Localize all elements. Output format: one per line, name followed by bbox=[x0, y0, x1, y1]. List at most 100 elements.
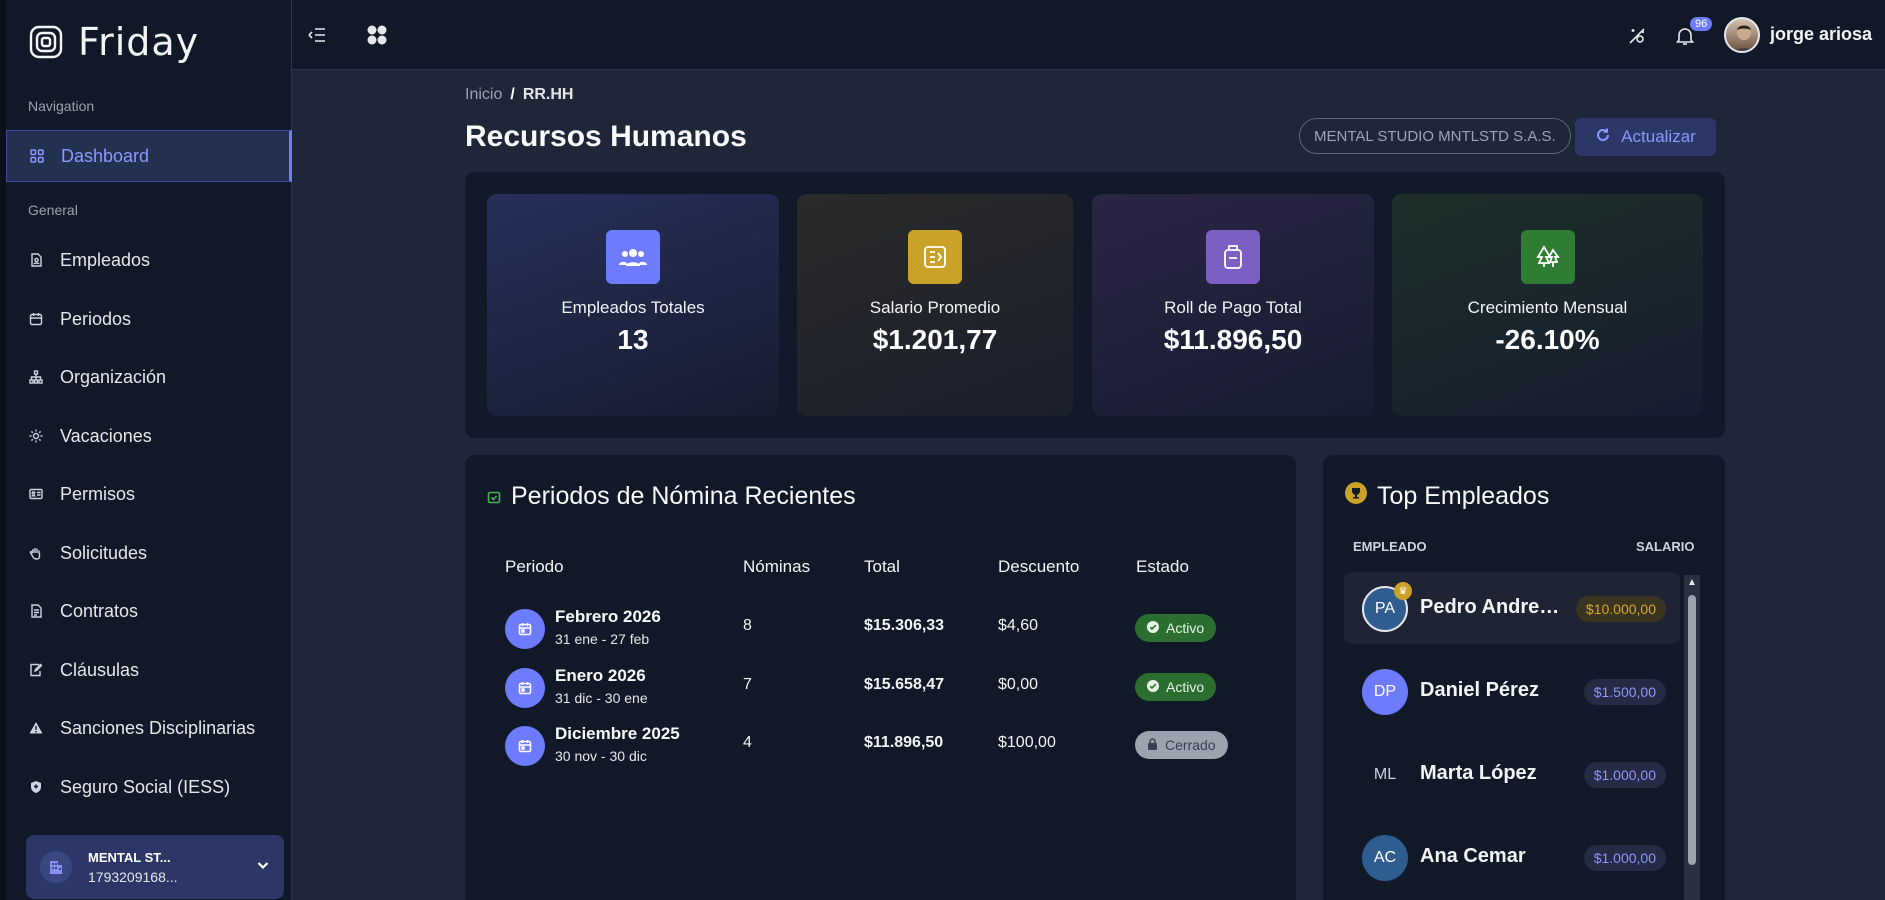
period-name: Enero 2026 bbox=[555, 666, 646, 685]
col-header-descuento: Descuento bbox=[998, 557, 1080, 576]
status-badge: Activo bbox=[1135, 614, 1217, 642]
sidebar-item-solicitudes[interactable]: Solicitudes bbox=[6, 527, 292, 579]
stats-panel: Empleados Totales 13 Salario Promedio $1… bbox=[465, 172, 1725, 438]
sidebar-item-clausulas[interactable]: Cláusulas bbox=[6, 644, 292, 696]
apps-grid-icon[interactable] bbox=[366, 24, 388, 51]
hierarchy-icon bbox=[28, 369, 44, 385]
col-header-salario: SALARIO bbox=[1636, 539, 1695, 554]
app-name: Friday bbox=[78, 20, 200, 64]
sidebar-item-vacaciones[interactable]: Vacaciones bbox=[6, 410, 292, 462]
stat-card-crecimiento: Crecimiento Mensual -26.10% bbox=[1392, 194, 1703, 416]
topbar: 96 jorge ariosa bbox=[292, 0, 1885, 70]
stat-label: Empleados Totales bbox=[561, 298, 705, 317]
user-avatar[interactable] bbox=[1724, 17, 1760, 53]
sidebar-item-label: Solicitudes bbox=[60, 542, 148, 563]
employee-name: Daniel Pérez bbox=[1420, 679, 1539, 701]
period-total: $15.658,47 bbox=[864, 676, 945, 693]
brand[interactable]: Friday bbox=[28, 20, 199, 64]
table-row[interactable]: Diciembre 2025 30 nov - 30 dic 4 $11.896… bbox=[465, 716, 1296, 774]
sidebar-item-contratos[interactable]: Contratos bbox=[6, 585, 292, 637]
company-pill: MENTAL STUDIO MNTLSTD S.A.S. bbox=[1299, 118, 1571, 154]
top-employees-panel: Top Empleados EMPLEADO SALARIO PA ♛ Pedr… bbox=[1323, 455, 1725, 900]
sidebar-item-periodos[interactable]: Periodos bbox=[6, 293, 292, 345]
company-switcher[interactable]: MENTAL ST... 1793209168... bbox=[26, 835, 284, 899]
user-name[interactable]: jorge ariosa bbox=[1770, 24, 1872, 45]
stat-value: $1.201,77 bbox=[872, 324, 998, 355]
friday-logo-icon bbox=[29, 25, 63, 59]
sidebar-item-label: Organización bbox=[60, 366, 167, 387]
bell-icon[interactable] bbox=[1675, 26, 1695, 51]
period-nominas: 4 bbox=[743, 734, 752, 751]
period-descuento: $0,00 bbox=[998, 676, 1039, 693]
theme-toggle-icon[interactable] bbox=[1627, 26, 1647, 51]
warning-icon bbox=[28, 720, 44, 736]
check-circle-icon bbox=[1147, 620, 1159, 636]
sidebar-item-empleados[interactable]: Empleados bbox=[6, 234, 292, 286]
refresh-label: Actualizar bbox=[1621, 127, 1696, 146]
grid-icon bbox=[29, 148, 45, 164]
period-name: Diciembre 2025 bbox=[555, 724, 680, 743]
breadcrumb: Inicio / RR.HH bbox=[465, 86, 573, 104]
sidebar-item-label: Vacaciones bbox=[60, 425, 152, 446]
salary-badge: $1.500,00 bbox=[1583, 679, 1666, 705]
wallet-icon bbox=[1206, 230, 1260, 284]
breadcrumb-separator: / bbox=[510, 86, 515, 103]
stat-value: 13 bbox=[617, 324, 649, 355]
payroll-periods-panel: Periodos de Nómina Recientes Periodo Nóm… bbox=[465, 455, 1296, 900]
sidebar-item-sanciones[interactable]: Sanciones Disciplinarias bbox=[6, 702, 292, 754]
refresh-button[interactable]: Actualizar bbox=[1575, 118, 1716, 156]
calendar-check-icon bbox=[487, 482, 501, 511]
sidebar: Friday Navigation Dashboard General Empl… bbox=[0, 0, 292, 900]
period-total: $11.896,50 bbox=[864, 734, 944, 751]
period-descuento: $100,00 bbox=[998, 734, 1056, 751]
stat-label: Salario Promedio bbox=[869, 298, 1001, 317]
panel-title-text: Periodos de Nómina Recientes bbox=[511, 482, 856, 510]
period-total: $15.306,33 bbox=[864, 617, 945, 634]
period-name: Febrero 2026 bbox=[555, 607, 661, 626]
chevron-down-icon bbox=[256, 858, 270, 877]
col-header-periodo: Periodo bbox=[505, 557, 564, 576]
sidebar-item-label: Cláusulas bbox=[60, 659, 140, 680]
list-item[interactable]: AC Ana Cemar $1.000,00 bbox=[1344, 821, 1680, 893]
menu-collapse-icon[interactable] bbox=[308, 26, 326, 49]
table-row[interactable]: Febrero 2026 31 ene - 27 feb 8 $15.306,3… bbox=[465, 599, 1296, 657]
document-icon bbox=[28, 603, 44, 619]
col-header-estado: Estado bbox=[1136, 557, 1189, 576]
stat-card-empleados: Empleados Totales 13 bbox=[487, 194, 779, 416]
period-nominas: 8 bbox=[743, 617, 752, 634]
file-user-icon bbox=[28, 252, 44, 268]
sidebar-item-seguro-social[interactable]: Seguro Social (IESS) bbox=[6, 761, 292, 813]
avatar: DP bbox=[1362, 669, 1408, 715]
employee-name: Pedro Andres ... bbox=[1420, 596, 1570, 618]
list-item[interactable]: PA ♛ Pedro Andres ... $10.000,00 bbox=[1344, 572, 1680, 644]
scroll-thumb[interactable] bbox=[1688, 595, 1696, 865]
nav-section-navigation: Navigation bbox=[28, 98, 95, 114]
shield-icon bbox=[28, 779, 44, 795]
hand-icon bbox=[28, 545, 44, 561]
scrollbar[interactable]: ▲ bbox=[1684, 575, 1700, 900]
stat-label: Roll de Pago Total bbox=[1164, 298, 1302, 317]
money-icon bbox=[908, 230, 962, 284]
list-item[interactable]: DP Daniel Pérez $1.500,00 bbox=[1344, 655, 1680, 727]
scroll-up-icon[interactable]: ▲ bbox=[1687, 577, 1697, 588]
trees-icon bbox=[1520, 230, 1575, 284]
edit-doc-icon bbox=[28, 662, 44, 678]
salary-badge: $10.000,00 bbox=[1575, 596, 1666, 622]
avatar: ML bbox=[1373, 766, 1397, 783]
sidebar-item-label: Empleados bbox=[60, 249, 151, 270]
salary-badge: $1.000,00 bbox=[1583, 845, 1666, 871]
sidebar-item-dashboard[interactable]: Dashboard bbox=[6, 130, 292, 182]
sidebar-item-permisos[interactable]: Permisos bbox=[6, 468, 292, 520]
period-range: 31 dic - 30 ene bbox=[555, 690, 648, 706]
list-item[interactable]: ML Marta López $1.000,00 bbox=[1344, 738, 1680, 810]
sidebar-item-organizacion[interactable]: Organización bbox=[6, 351, 292, 403]
sidebar-item-label: Periodos bbox=[60, 308, 132, 329]
period-nominas: 7 bbox=[743, 676, 752, 693]
sun-icon bbox=[28, 428, 44, 444]
sidebar-item-label: Seguro Social (IESS) bbox=[60, 776, 231, 797]
breadcrumb-home[interactable]: Inicio bbox=[465, 86, 502, 103]
refresh-icon bbox=[1595, 127, 1611, 148]
table-row[interactable]: Enero 2026 31 dic - 30 ene 7 $15.658,47 … bbox=[465, 658, 1296, 716]
avatar: AC bbox=[1362, 835, 1408, 881]
sidebar-item-label: Contratos bbox=[60, 600, 139, 621]
